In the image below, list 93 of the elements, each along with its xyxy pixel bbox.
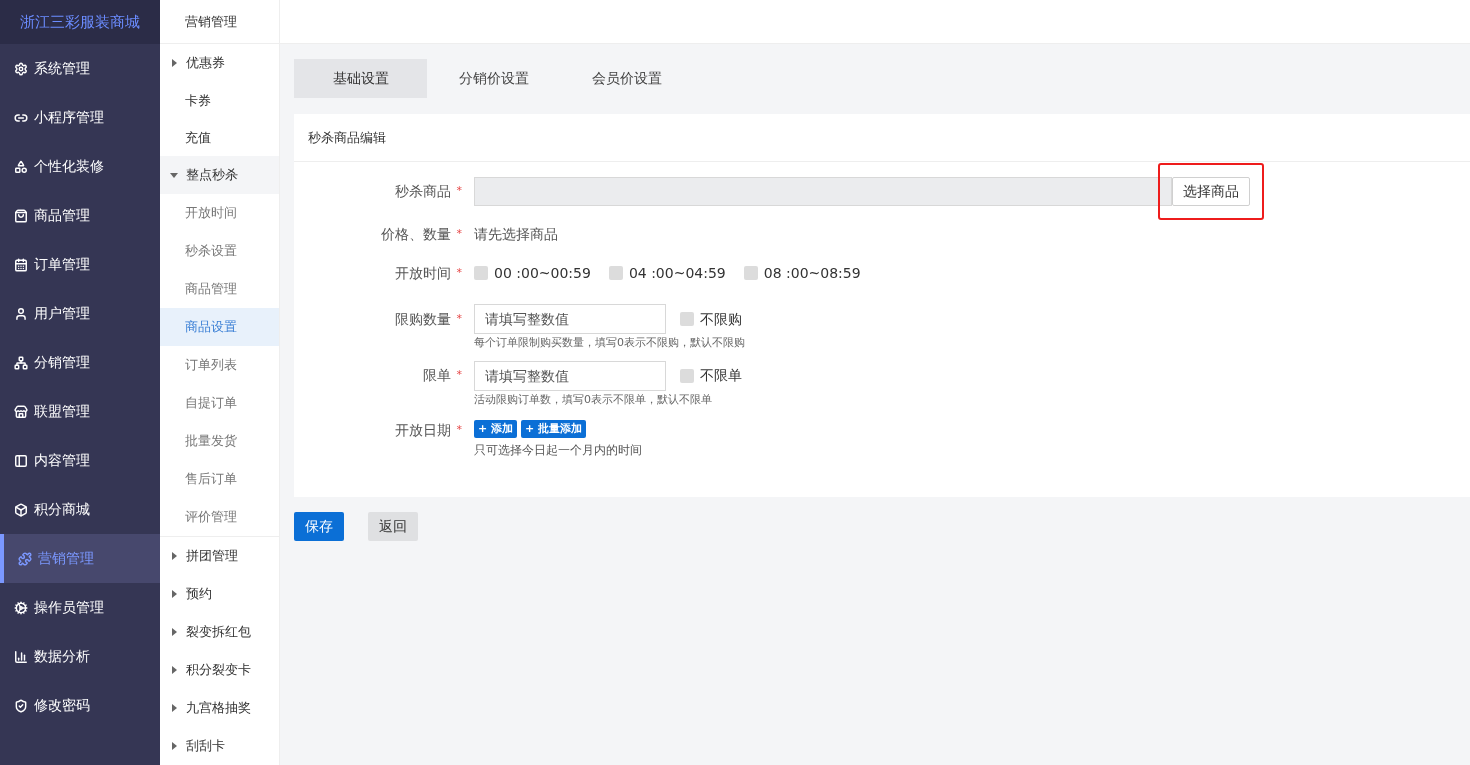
sidebar-item[interactable]: 数据分析 — [0, 632, 160, 681]
field-label: 开放时间 — [394, 263, 451, 283]
field-hint: 活动限购订单数，填写0表示不限单，默认不限单 — [474, 391, 713, 408]
sidebar-item[interactable]: 商品管理 — [0, 191, 160, 240]
caret-right-icon — [170, 552, 178, 560]
checkbox-label: 不限单 — [700, 366, 742, 385]
add-button[interactable]: + 添加 — [474, 420, 518, 438]
submenu-group[interactable]: 拼团管理 — [160, 537, 279, 575]
caret-right-icon — [170, 742, 178, 750]
field-label: 秒杀商品 — [394, 181, 451, 201]
submenu-item[interactable]: 自提订单 — [160, 384, 279, 422]
sidebar-item[interactable]: 订单管理 — [0, 240, 160, 289]
tab[interactable]: 基础设置 — [294, 59, 427, 98]
submenu-group[interactable]: 预约 — [160, 575, 279, 613]
puzzle-icon — [18, 551, 32, 566]
field-hint: 只可选择今日起一个月内的时间 — [474, 442, 642, 459]
checkbox-label: 08 :00~08:59 — [763, 263, 861, 283]
sidebar-item[interactable]: 小程序管理 — [0, 93, 160, 142]
submenu-item[interactable]: 卡券 — [160, 82, 279, 119]
checkbox[interactable] — [743, 266, 758, 280]
submenu-item[interactable]: 批量发货 — [160, 422, 279, 460]
checkbox-label: 00 :00~00:59 — [494, 263, 591, 283]
sidebar-item[interactable]: 积分商城 — [0, 485, 160, 534]
panel-icon — [14, 453, 28, 468]
cube-icon — [14, 502, 28, 517]
submenu-item[interactable]: 商品设置 — [160, 308, 279, 346]
sidebar-item[interactable]: 用户管理 — [0, 289, 160, 338]
brand-title: 浙江三彩服装商城 — [0, 0, 160, 44]
sidebar-item[interactable]: 系统管理 — [0, 44, 160, 93]
field-label: 限单 — [422, 366, 451, 385]
shapes-icon — [14, 159, 28, 174]
checkbox[interactable] — [680, 312, 694, 326]
sidebar-item[interactable]: 联盟管理 — [0, 387, 160, 436]
caret-right-icon — [170, 590, 178, 598]
bag-icon — [14, 208, 28, 223]
caret-right-icon — [170, 628, 178, 636]
product-field[interactable] — [474, 176, 1172, 206]
submenu-title: 营销管理 — [160, 0, 279, 44]
caret-right-icon — [170, 666, 178, 674]
field-label: 限购数量 — [394, 309, 451, 329]
submenu-item[interactable]: 订单列表 — [160, 346, 279, 384]
required-mark: * — [456, 367, 462, 384]
sidebar-item[interactable]: 内容管理 — [0, 436, 160, 485]
checkbox[interactable] — [608, 266, 623, 280]
tab[interactable]: 会员价设置 — [560, 59, 693, 98]
back-button[interactable]: 返回 — [368, 512, 418, 541]
bar-chart-icon — [14, 649, 28, 664]
add-button[interactable]: + 批量添加 — [521, 420, 587, 438]
user-icon — [14, 306, 28, 321]
sidebar-item[interactable]: 修改密码 — [0, 681, 160, 730]
checkbox-label: 04 :00~04:59 — [628, 263, 726, 283]
hierarchy-icon — [14, 355, 28, 370]
submenu-item[interactable]: 充值 — [160, 119, 279, 156]
sidebar-item[interactable]: 个性化装修 — [0, 142, 160, 191]
caret-down-icon — [170, 171, 178, 179]
submenu-group[interactable]: 整点秒杀 — [160, 156, 279, 194]
submenu-group[interactable]: 优惠券 — [160, 44, 279, 82]
checkbox[interactable] — [680, 368, 694, 383]
price-hint: 请先选择商品 — [474, 224, 558, 244]
submenu-group[interactable]: 九宫格抽奖 — [160, 689, 279, 727]
field-label: 开放日期 — [394, 420, 451, 440]
required-mark: * — [456, 264, 462, 281]
form-title: 秒杀商品编辑 — [294, 114, 1470, 162]
field-label: 价格、数量 — [380, 224, 451, 244]
caret-right-icon — [170, 59, 178, 67]
submenu-group[interactable]: 积分裂变卡 — [160, 651, 279, 689]
save-button[interactable]: 保存 — [294, 512, 344, 541]
required-mark: * — [456, 310, 462, 327]
submenu-item[interactable]: 售后订单 — [160, 460, 279, 498]
number-input[interactable]: 请填写整数值 — [474, 304, 666, 334]
checkbox-label: 不限购 — [700, 309, 742, 329]
shield-icon — [14, 698, 28, 713]
gear-icon — [14, 61, 28, 76]
submenu-group[interactable]: 刮刮卡 — [160, 727, 279, 765]
submenu-item[interactable]: 开放时间 — [160, 194, 279, 232]
required-mark: * — [456, 225, 462, 242]
tab[interactable]: 分销价设置 — [427, 59, 560, 98]
field-hint: 每个订单限制购买数量，填写0表示不限购，默认不限购 — [474, 335, 745, 351]
submenu-item[interactable]: 秒杀设置 — [160, 232, 279, 270]
number-input[interactable]: 请填写整数值 — [474, 360, 666, 391]
cog-icon — [14, 600, 28, 615]
calendar-icon — [14, 257, 28, 272]
submenu-item[interactable]: 商品管理 — [160, 270, 279, 308]
submenu-item[interactable]: 评价管理 — [160, 498, 279, 536]
required-mark: * — [456, 421, 462, 438]
checkbox[interactable] — [474, 266, 488, 280]
caret-right-icon — [170, 704, 178, 712]
select-product-button[interactable]: 选择商品 — [1172, 176, 1250, 206]
required-mark: * — [456, 182, 462, 199]
sidebar-item[interactable]: 操作员管理 — [0, 583, 160, 632]
sidebar-item[interactable]: 分销管理 — [0, 338, 160, 387]
submenu-group[interactable]: 裂变拆红包 — [160, 613, 279, 651]
store-icon — [14, 404, 28, 419]
